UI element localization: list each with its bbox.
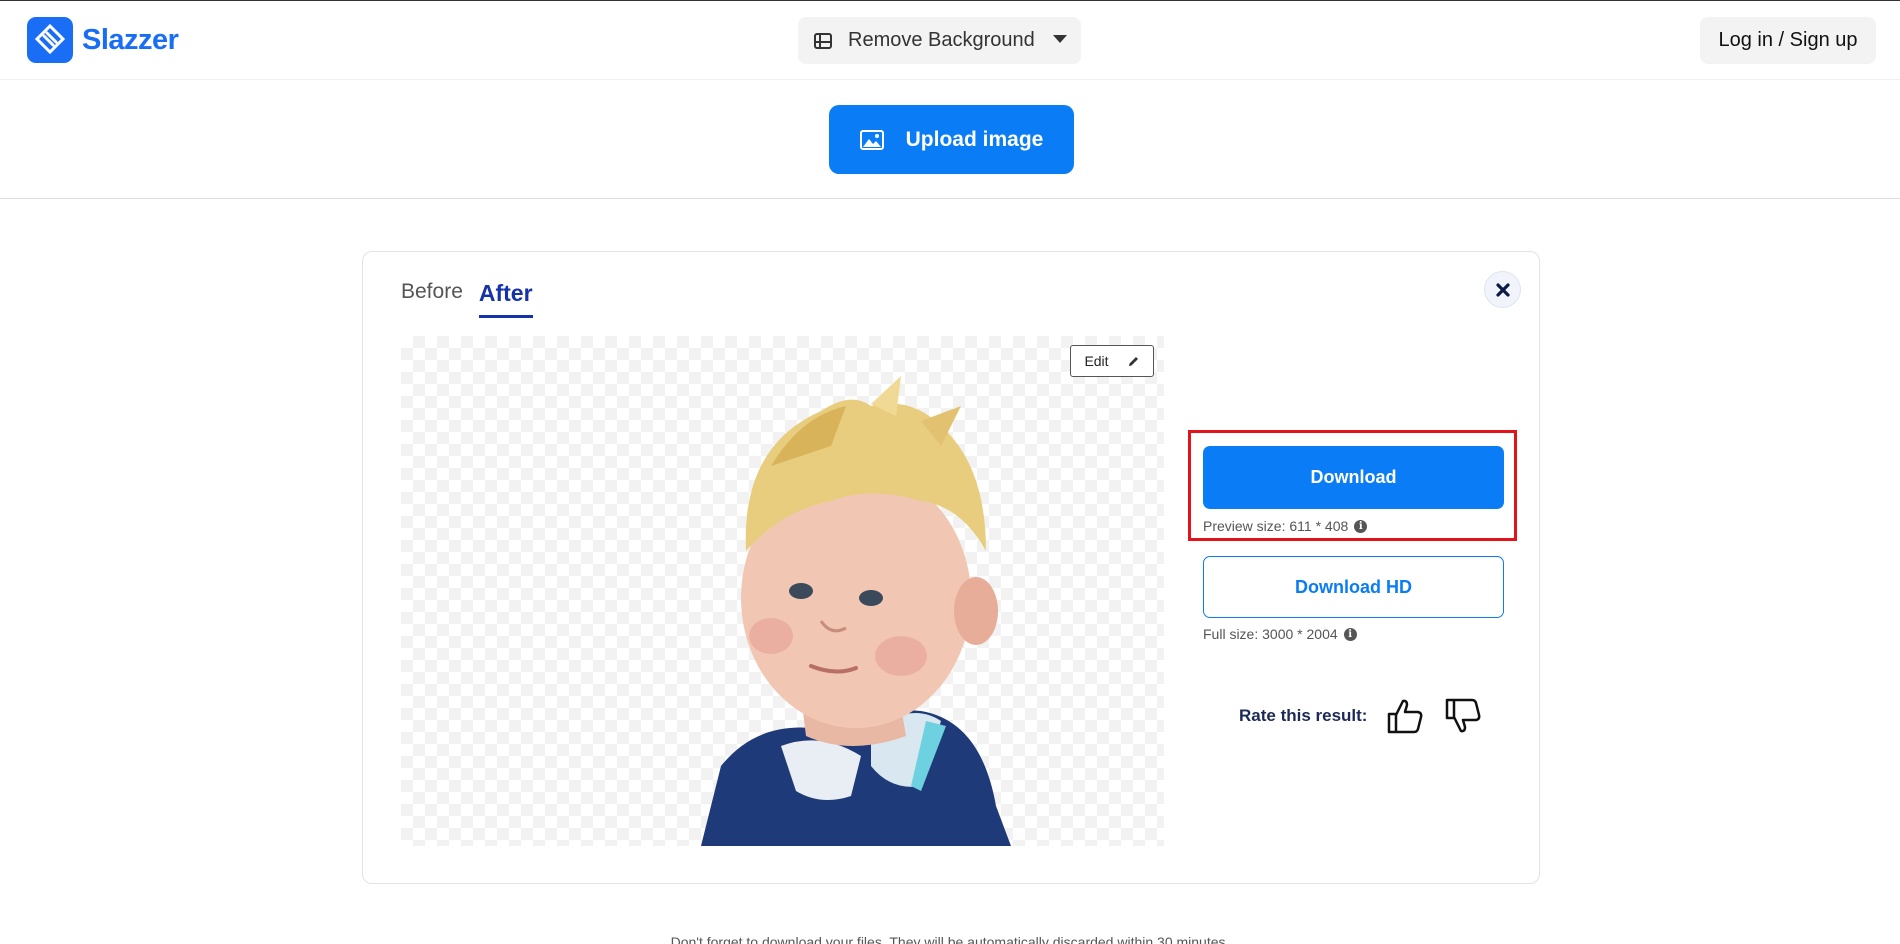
info-icon[interactable]: i — [1343, 627, 1357, 641]
tool-select-label: Remove Background — [848, 29, 1035, 51]
tool-select-dropdown[interactable]: Remove Background — [798, 17, 1081, 64]
site-header: Slazzer Remove Background Log in / Sign … — [0, 1, 1900, 80]
brand-name: Slazzer — [82, 23, 179, 56]
slazzer-logo-icon — [27, 17, 73, 63]
download-button[interactable]: Download — [1203, 446, 1504, 509]
chevron-down-icon — [1053, 35, 1067, 43]
tab-after[interactable]: After — [478, 280, 533, 318]
full-size-text: Full size: 3000 * 2004 — [1203, 626, 1338, 642]
rate-label: Rate this result: — [1239, 706, 1368, 725]
edit-label: Edit — [1084, 353, 1109, 369]
child-cutout-photo — [701, 376, 1011, 846]
image-icon — [859, 129, 884, 150]
edit-button[interactable]: Edit — [1070, 345, 1154, 377]
preview-size-note: Preview size: 611 * 408 i — [1203, 518, 1368, 534]
pencil-icon — [1128, 356, 1138, 366]
upload-band: Upload image — [0, 80, 1900, 199]
upload-image-button[interactable]: Upload image — [829, 105, 1074, 174]
discard-notice: Don't forget to download your files. The… — [670, 934, 1230, 944]
close-button[interactable] — [1484, 271, 1521, 308]
before-after-tabs: Before After — [401, 280, 533, 318]
brand-logo[interactable]: Slazzer — [27, 17, 179, 63]
full-size-note: Full size: 3000 * 2004 i — [1203, 626, 1357, 642]
result-preview-image: Edit — [401, 336, 1164, 846]
thumbs-down-icon[interactable] — [1443, 696, 1483, 736]
info-icon[interactable]: i — [1354, 519, 1368, 533]
download-hd-button[interactable]: Download HD — [1203, 556, 1504, 618]
close-icon — [1495, 282, 1510, 297]
upload-image-label: Upload image — [905, 127, 1044, 151]
result-card: Before After Edit Download Preview size:… — [362, 251, 1540, 884]
rate-result: Rate this result: — [1239, 696, 1483, 736]
preview-size-text: Preview size: 611 * 408 — [1203, 518, 1349, 534]
thumbs-up-icon[interactable] — [1385, 696, 1425, 736]
login-signup-button[interactable]: Log in / Sign up — [1700, 17, 1876, 64]
tab-before[interactable]: Before — [401, 280, 463, 318]
crop-icon — [814, 32, 832, 49]
